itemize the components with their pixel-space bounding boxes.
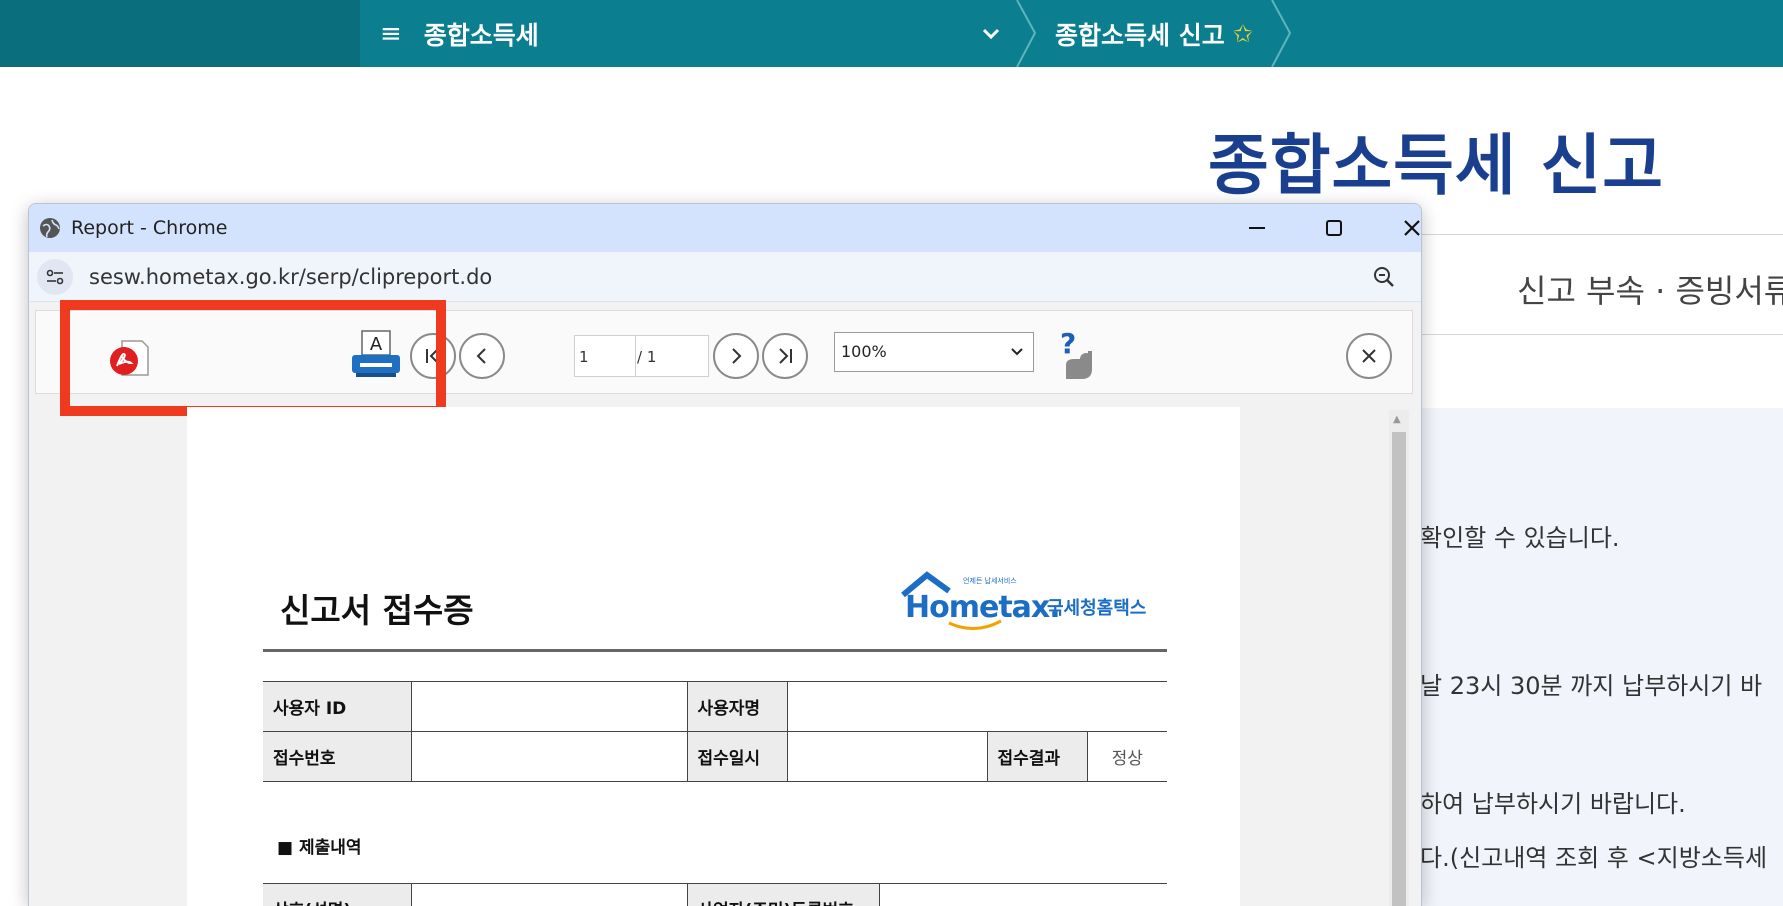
favorite-star-icon[interactable]: ✩ [1233,20,1253,48]
company-name-value [410,883,687,906]
breadcrumb-current[interactable]: 종합소득세 신고 ✩ [1055,0,1253,67]
report-viewer: A 1 / 1 100% ? 신고서 접수증 Hometax. 국세청홈택스 언… [29,300,1421,906]
chevron-down-icon[interactable] [980,22,1002,49]
scroll-up-icon[interactable]: ▲ [1393,414,1401,425]
section-heading: ■ 제출내역 [277,838,362,858]
help-mark: ? [1060,329,1076,360]
receipt-date-value [786,731,987,782]
table-row: 접수번호 접수일시 접수결과 정상 [263,731,1167,782]
zoom-magnifier-icon[interactable] [1371,264,1397,290]
address-bar[interactable]: sesw.hometax.go.kr/serp/clipreport.do [29,252,1421,302]
window-close-button[interactable] [1387,210,1421,246]
info-text: 확인할 수 있습니다. [1420,524,1620,552]
topbar-left-block [0,0,360,67]
business-number-value [878,883,1167,906]
receipt-number-label: 접수번호 [263,731,411,782]
user-name-value [786,681,1167,732]
next-page-button[interactable] [713,333,759,379]
receipt-number-value [410,731,687,782]
info-text: 날 23시 30분 까지 납부하시기 바 [1420,672,1763,700]
annotation-highlight-box [60,300,446,416]
receipt-result-value: 정상 [1086,731,1167,782]
divider [1420,334,1783,335]
page-title: 종합소득세 신고 [1208,127,1665,204]
help-icon[interactable]: ? [1052,329,1098,381]
chevron-left-icon [476,348,486,364]
current-page[interactable]: 1 [579,348,589,366]
maximize-icon [1326,220,1342,236]
top-navigation-bar: ≡ 종합소득세 종합소득세 신고 ✩ [0,0,1783,67]
menu-toggle[interactable]: ≡ 종합소득세 [380,0,1020,67]
submission-table: 상호(성명) 사업자(주민)등록번호 [263,883,1167,906]
breadcrumb-separator-icon [1271,0,1292,67]
zoom-select[interactable]: 100% [834,332,1034,372]
table-row: 사용자 ID 사용자명 [263,681,1167,732]
url-text[interactable]: sesw.hometax.go.kr/serp/clipreport.do [89,265,492,289]
business-number-label: 사업자(주민)등록번호 [686,883,879,906]
previous-page-button[interactable] [459,333,505,379]
receipt-info-table: 사용자 ID 사용자명 접수번호 접수일시 접수결과 정상 [263,681,1167,782]
page-number-input[interactable]: 1 / 1 [574,335,709,377]
close-icon [1362,349,1376,363]
tab-attachments[interactable]: 신고 부속 · 증빙서류 [1517,266,1783,312]
last-page-icon [779,348,792,364]
divider [1420,234,1783,235]
info-panel [1420,408,1783,906]
minimize-button[interactable] [1232,210,1282,246]
window-title: Report - Chrome [71,217,228,239]
site-settings-button[interactable] [37,259,73,295]
hamburger-icon[interactable]: ≡ [380,19,402,49]
company-name-label: 상호(성명) [263,883,411,906]
tune-icon [46,269,64,285]
total-pages: / 1 [637,348,657,366]
window-titlebar[interactable]: Report - Chrome [29,204,1421,252]
breadcrumb-current-label[interactable]: 종합소득세 신고 [1055,16,1225,52]
globe-icon [40,218,60,238]
user-name-label: 사용자명 [686,681,787,732]
zoom-value: 100% [841,342,887,361]
minimize-icon [1249,227,1265,229]
logo-text: Hometax. [905,590,1060,625]
report-popup-window: Report - Chrome sesw.hometax.go.kr/serp/… [28,203,1422,906]
info-text: 다.(신고내역 조회 후 <지방소득세 [1420,844,1768,872]
hometax-logo: Hometax. 국세청홈택스 언제든 납세서비스 [901,571,1146,630]
report-toolbar: A 1 / 1 100% ? [35,300,1413,416]
info-text: 하여 납부하시기 바랍니다. [1420,790,1686,818]
scrollbar-thumb[interactable] [1392,432,1406,906]
vertical-scrollbar[interactable]: ▲ [1389,410,1409,906]
divider [635,336,636,376]
chevron-down-icon [1011,348,1023,356]
logo-slogan: 언제든 납세서비스 [963,576,1017,585]
divider [263,649,1167,652]
close-icon [1404,220,1420,236]
table-row: 상호(성명) 사업자(주민)등록번호 [263,883,1167,906]
user-id-label: 사용자 ID [263,681,411,732]
logo-korean: 국세청홈택스 [1047,597,1146,619]
breadcrumb-separator-icon [1016,0,1037,67]
last-page-button[interactable] [762,333,808,379]
receipt-date-label: 접수일시 [686,731,787,782]
maximize-button[interactable] [1309,210,1359,246]
user-id-value [410,681,687,732]
close-report-button[interactable] [1346,333,1392,379]
report-title: 신고서 접수증 [280,591,474,630]
report-document-page: 신고서 접수증 Hometax. 국세청홈택스 언제든 납세서비스 사용자 ID… [187,407,1240,906]
menu-label[interactable]: 종합소득세 [424,16,539,52]
receipt-result-label: 접수결과 [986,731,1087,782]
chevron-right-icon [732,348,742,364]
